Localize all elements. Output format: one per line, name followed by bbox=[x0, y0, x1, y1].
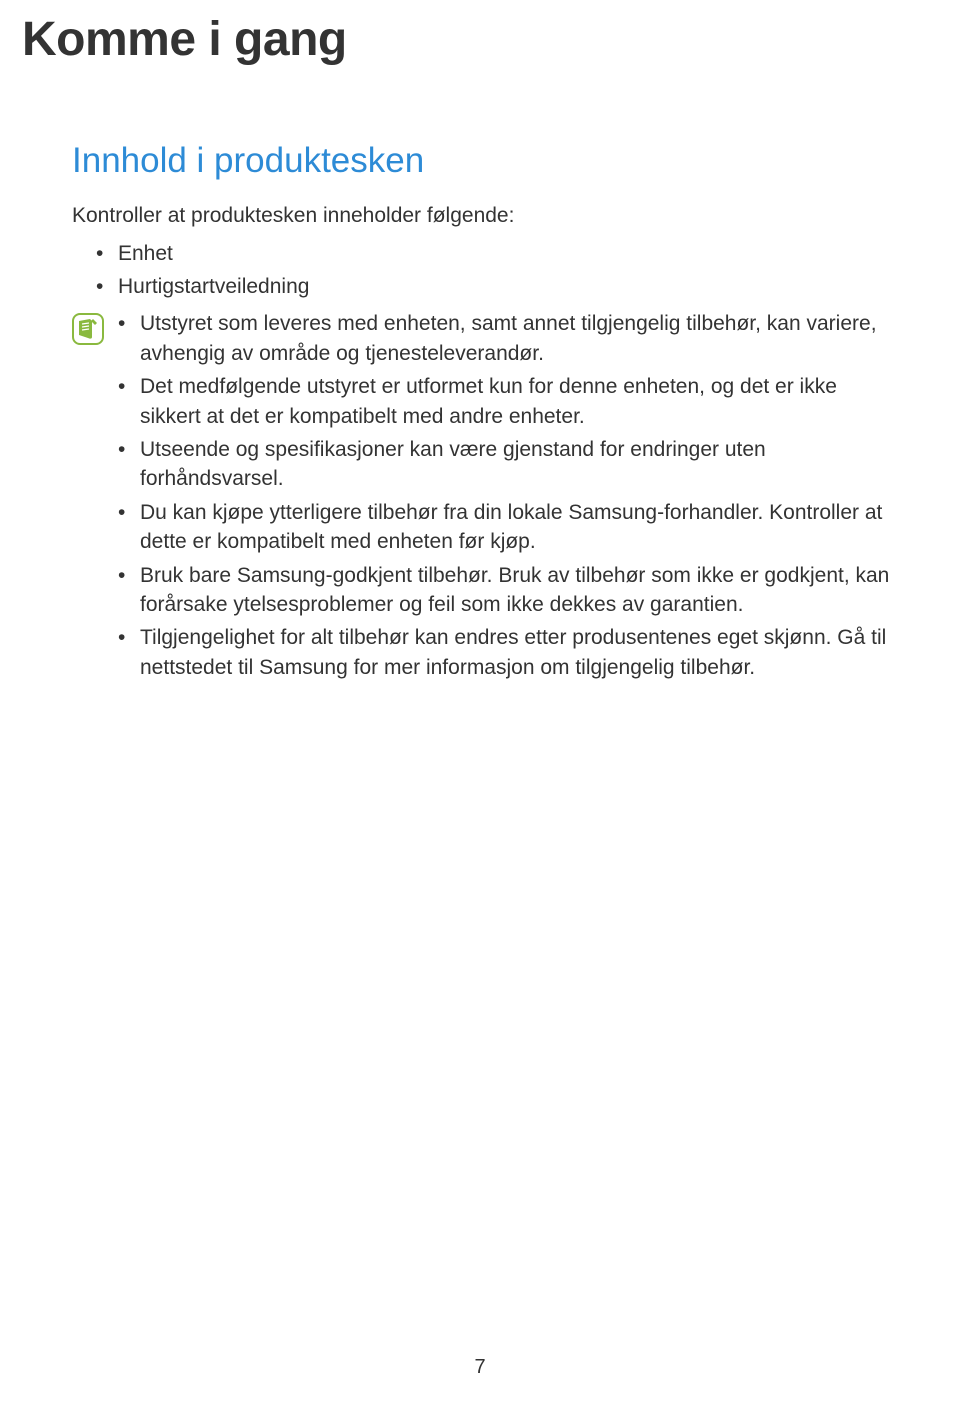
note-block: Utstyret som leveres med enheten, samt a… bbox=[0, 303, 960, 686]
contents-list: Enhet Hurtigstartveiledning bbox=[0, 230, 960, 303]
list-item: Det medfølgende utstyret er utformet kun… bbox=[118, 372, 894, 431]
list-item: Utseende og spesifikasjoner kan være gje… bbox=[118, 435, 894, 494]
page-title: Komme i gang bbox=[0, 0, 960, 67]
intro-text: Kontroller at produktesken inneholder fø… bbox=[0, 181, 960, 230]
page-number: 7 bbox=[0, 1356, 960, 1379]
note-icon bbox=[72, 313, 104, 350]
list-item: Enhet bbox=[96, 238, 960, 271]
list-item: Hurtigstartveiledning bbox=[96, 271, 960, 304]
section-title: Innhold i produktesken bbox=[0, 67, 960, 181]
document-page: Komme i gang Innhold i produktesken Kont… bbox=[0, 0, 960, 1421]
note-list: Utstyret som leveres med enheten, samt a… bbox=[118, 309, 894, 686]
list-item: Tilgjengelighet for alt tilbehør kan end… bbox=[118, 623, 894, 682]
list-item: Bruk bare Samsung-godkjent tilbehør. Bru… bbox=[118, 561, 894, 620]
list-item: Utstyret som leveres med enheten, samt a… bbox=[118, 309, 894, 368]
list-item: Du kan kjøpe ytterligere tilbehør fra di… bbox=[118, 498, 894, 557]
